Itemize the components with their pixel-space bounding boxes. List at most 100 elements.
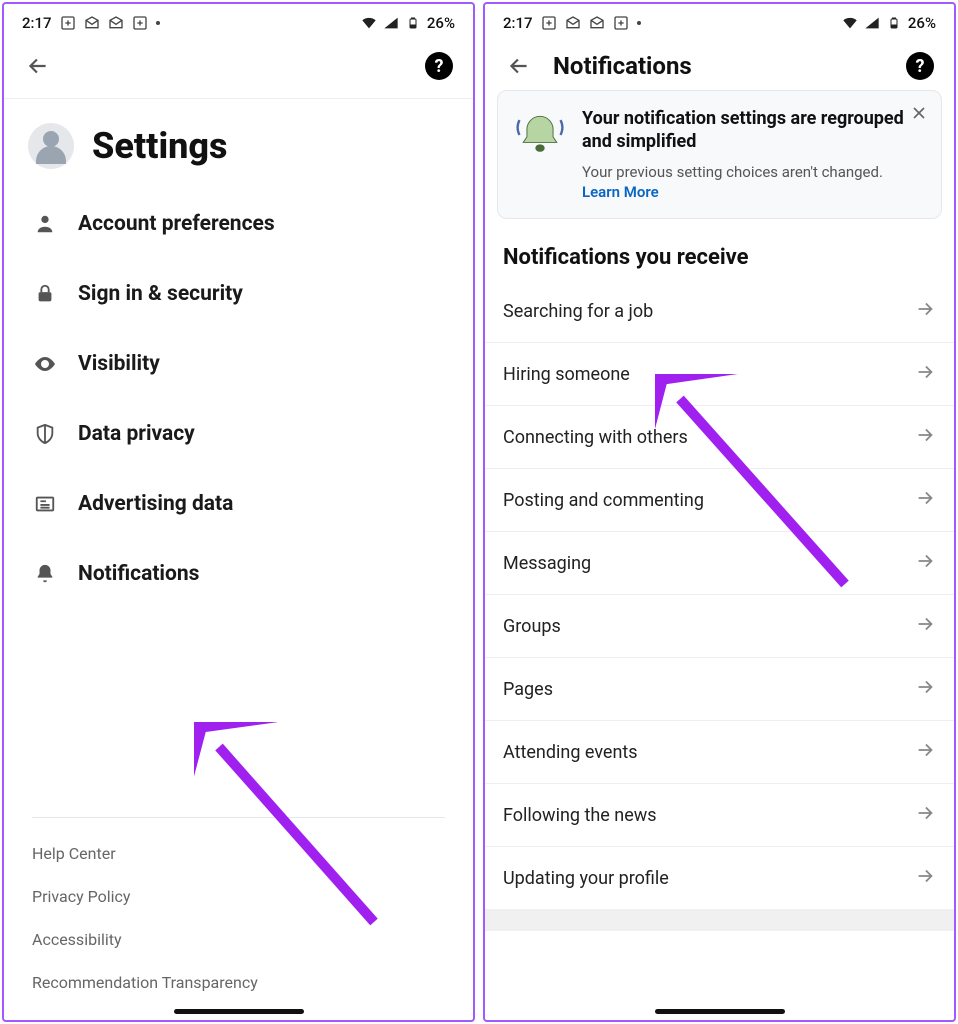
eye-icon	[32, 351, 58, 377]
signal-icon	[383, 15, 399, 31]
footer-link-recommendation-transparency[interactable]: Recommendation Transparency	[32, 961, 445, 1004]
screen-notifications: 2:17 26% Notifications ?	[483, 2, 956, 1022]
battery-icon	[405, 15, 421, 31]
mail-icon-1	[84, 15, 100, 31]
menu-label: Account preferences	[78, 212, 275, 236]
page-title: Notifications	[553, 52, 692, 80]
signal-icon	[864, 15, 880, 31]
notification-list: Searching for a job Hiring someone Conne…	[485, 280, 954, 909]
shield-icon	[32, 421, 58, 447]
wifi-icon	[361, 15, 377, 31]
bottom-strip	[485, 909, 954, 931]
notif-label: Groups	[503, 616, 561, 637]
learn-more-link[interactable]: Learn More	[582, 183, 659, 201]
avatar[interactable]	[28, 123, 74, 169]
app-icon-2	[132, 15, 148, 31]
banner-title: Your notification settings are regrouped…	[582, 107, 905, 154]
notif-label: Attending events	[503, 742, 638, 763]
banner-subtitle: Your previous setting choices aren't cha…	[582, 162, 905, 203]
status-time: 2:17	[22, 14, 52, 32]
notif-item-profile[interactable]: Updating your profile	[485, 847, 954, 909]
menu-item-signin-security[interactable]: Sign in & security	[4, 259, 473, 329]
notif-item-news[interactable]: Following the news	[485, 784, 954, 847]
news-icon	[32, 491, 58, 517]
footer-link-accessibility[interactable]: Accessibility	[32, 918, 445, 961]
menu-label: Sign in & security	[78, 282, 243, 306]
notif-item-hiring[interactable]: Hiring someone	[485, 343, 954, 406]
footer-link-privacy-policy[interactable]: Privacy Policy	[32, 875, 445, 918]
settings-title-row: Settings	[4, 99, 473, 179]
screen-settings: 2:17 26% ? Settings Account preferences	[2, 2, 475, 1022]
status-bar: 2:17 26%	[4, 4, 473, 38]
mail-icon-2	[589, 15, 605, 31]
notif-label: Connecting with others	[503, 427, 688, 448]
status-time: 2:17	[503, 14, 533, 32]
help-button[interactable]: ?	[425, 52, 453, 80]
menu-item-advertising-data[interactable]: Advertising data	[4, 469, 473, 539]
chevron-right-icon	[914, 298, 936, 324]
nav-bar-indicator	[174, 1009, 304, 1014]
status-bar: 2:17 26%	[485, 4, 954, 38]
divider	[32, 817, 445, 818]
notif-label: Searching for a job	[503, 301, 653, 322]
mail-icon-1	[565, 15, 581, 31]
notif-label: Updating your profile	[503, 868, 669, 889]
close-icon[interactable]	[909, 103, 929, 123]
notif-item-messaging[interactable]: Messaging	[485, 532, 954, 595]
notif-item-searching-job[interactable]: Searching for a job	[485, 280, 954, 343]
menu-label: Data privacy	[78, 422, 195, 446]
chevron-right-icon	[914, 424, 936, 450]
chevron-right-icon	[914, 802, 936, 828]
app-header: ?	[4, 38, 473, 99]
app-header: Notifications ?	[485, 38, 954, 90]
menu-list: Account preferences Sign in & security V…	[4, 179, 473, 811]
nav-bar-indicator	[655, 1009, 785, 1014]
app-icon-2	[613, 15, 629, 31]
battery-icon	[886, 15, 902, 31]
banner-subtitle-text: Your previous setting choices aren't cha…	[582, 163, 883, 181]
notif-label: Messaging	[503, 553, 591, 574]
notif-label: Pages	[503, 679, 553, 700]
notif-item-pages[interactable]: Pages	[485, 658, 954, 721]
status-dot	[156, 21, 160, 25]
chevron-right-icon	[914, 739, 936, 765]
person-icon	[32, 211, 58, 237]
notif-label: Posting and commenting	[503, 490, 704, 511]
chevron-right-icon	[914, 550, 936, 576]
menu-item-account-preferences[interactable]: Account preferences	[4, 189, 473, 259]
notif-item-posting[interactable]: Posting and commenting	[485, 469, 954, 532]
wifi-icon	[842, 15, 858, 31]
footer-links: Help Center Privacy Policy Accessibility…	[4, 832, 473, 1020]
battery-text: 26%	[908, 14, 936, 32]
info-banner: Your notification settings are regrouped…	[497, 90, 942, 219]
menu-item-notifications[interactable]: Notifications	[4, 539, 473, 609]
chevron-right-icon	[914, 676, 936, 702]
section-heading: Notifications you receive	[485, 231, 954, 280]
chevron-right-icon	[914, 361, 936, 387]
notif-item-groups[interactable]: Groups	[485, 595, 954, 658]
mail-icon-2	[108, 15, 124, 31]
help-button[interactable]: ?	[906, 52, 934, 80]
notif-label: Hiring someone	[503, 364, 630, 385]
menu-label: Notifications	[78, 562, 199, 586]
menu-label: Advertising data	[78, 492, 233, 516]
lock-icon	[32, 281, 58, 307]
chevron-right-icon	[914, 613, 936, 639]
battery-text: 26%	[427, 14, 455, 32]
notif-item-connecting[interactable]: Connecting with others	[485, 406, 954, 469]
chevron-right-icon	[914, 865, 936, 891]
bell-illustration-icon	[512, 107, 568, 163]
app-icon-1	[60, 15, 76, 31]
notif-item-events[interactable]: Attending events	[485, 721, 954, 784]
menu-item-data-privacy[interactable]: Data privacy	[4, 399, 473, 469]
status-dot	[637, 21, 641, 25]
notif-label: Following the news	[503, 805, 657, 826]
back-button[interactable]	[505, 52, 533, 80]
chevron-right-icon	[914, 487, 936, 513]
back-button[interactable]	[24, 52, 52, 80]
bell-icon	[32, 561, 58, 587]
page-title: Settings	[92, 125, 228, 167]
menu-item-visibility[interactable]: Visibility	[4, 329, 473, 399]
menu-label: Visibility	[78, 352, 160, 376]
footer-link-help-center[interactable]: Help Center	[32, 832, 445, 875]
